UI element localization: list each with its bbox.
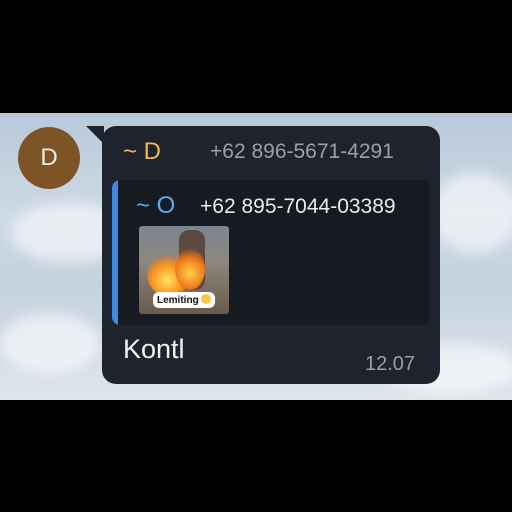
reply-accent-bar: [112, 180, 118, 325]
sender-phone: +62 896-5671-4291: [210, 140, 394, 163]
reply-sender-phone: +62 895-7044-03389: [200, 195, 396, 218]
message-timestamp: 12.07: [365, 353, 416, 375]
thumbnail-caption: Lemiting: [153, 292, 215, 308]
thumbnail-caption-text: Lemiting: [157, 295, 199, 306]
quoted-reply[interactable]: ~ O +62 895-7044-03389 Lemiting: [112, 180, 430, 325]
cloud-shape: [0, 313, 100, 373]
message-text: Kontl: [123, 334, 185, 364]
reply-sender-name: ~ O: [136, 192, 176, 219]
sender-avatar[interactable]: D: [18, 127, 80, 189]
thumbnail-flame: [175, 248, 205, 290]
cloud-shape: [430, 173, 512, 253]
reply-sticker-thumbnail: Lemiting: [139, 226, 229, 314]
sender-name[interactable]: ~ D: [123, 138, 161, 166]
face-emoji-icon: [200, 294, 211, 304]
